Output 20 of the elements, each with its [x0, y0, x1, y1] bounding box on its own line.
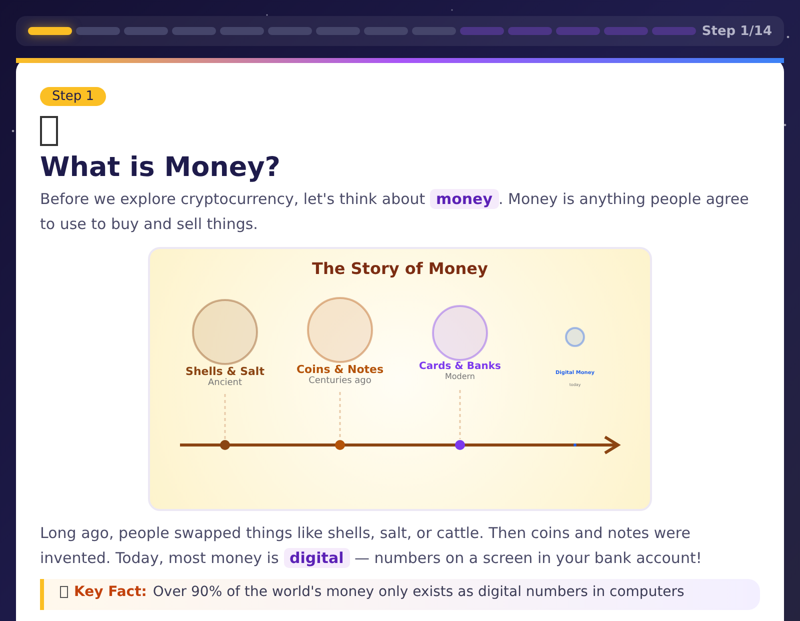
placeholder-glyph-icon	[40, 116, 58, 146]
era-circle	[307, 297, 373, 363]
intro-paragraph: Before we explore cryptocurrency, let's think about money . Money is anything people agree to use to buy and sell things.	[40, 188, 750, 235]
story-paragraph: Long ago, people swapped things like shells, salt, or cattle. Then coins and notes were invented. Today, most money is digital — numbers on a screen in your bank account!	[40, 523, 703, 570]
key-fact-label: Key Fact:	[74, 584, 147, 600]
step-counter: Step 1/14	[702, 24, 772, 38]
era-period: Centuries ago	[308, 376, 372, 386]
timeline-title: The Story of Money	[311, 259, 489, 278]
lesson-title: What is Money?	[40, 152, 282, 183]
era-name: Coins & Notes	[296, 363, 384, 376]
placeholder-glyph-icon	[60, 586, 68, 598]
era-circle	[432, 305, 488, 361]
era-name: Shells & Salt	[186, 365, 264, 378]
era-name: Cards & Banks	[419, 361, 501, 372]
era-circle	[192, 299, 258, 365]
era-circle	[565, 327, 585, 347]
era-period: Ancient	[208, 378, 242, 388]
key-fact-text: Over 90% of the world's money only exists as digital numbers in computers	[152, 584, 684, 600]
step-badge: Step 1	[40, 87, 106, 106]
era-period: Modern	[444, 372, 475, 381]
